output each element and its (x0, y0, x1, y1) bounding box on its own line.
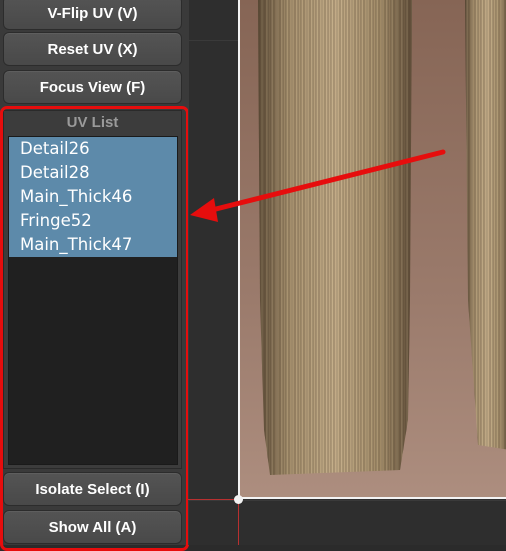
uv-list-item[interactable]: Detail26 (9, 137, 177, 161)
uv-texture-frame[interactable] (238, 0, 506, 499)
uv-viewport[interactable] (188, 0, 506, 545)
grid-line (188, 0, 189, 545)
uv-list-item[interactable]: Main_Thick46 (9, 185, 177, 209)
reset-uv-button[interactable]: Reset UV (X) (3, 32, 182, 66)
hair-texture-image (240, 0, 506, 497)
vflip-uv-button[interactable]: V-Flip UV (V) (3, 0, 182, 30)
uv-axis-y (238, 499, 239, 545)
uv-list-item[interactable]: Fringe52 (9, 209, 177, 233)
uv-list[interactable]: Detail26 Detail28 Main_Thick46 Fringe52 … (8, 136, 178, 465)
tool-panel: V-Flip UV (V) Reset UV (X) Focus View (F… (0, 0, 188, 545)
focus-view-button[interactable]: Focus View (F) (3, 70, 182, 104)
show-all-button[interactable]: Show All (A) (3, 510, 182, 544)
uv-list-title: UV List (66, 113, 119, 131)
isolate-select-button[interactable]: Isolate Select (I) (3, 472, 182, 506)
uv-list-panel: UV List Detail26 Detail28 Main_Thick46 F… (3, 110, 182, 469)
uv-axis-x (188, 499, 240, 500)
uv-origin-handle[interactable] (234, 495, 243, 504)
uv-list-item[interactable]: Main_Thick47 (9, 233, 177, 257)
uv-list-item[interactable]: Detail28 (9, 161, 177, 185)
